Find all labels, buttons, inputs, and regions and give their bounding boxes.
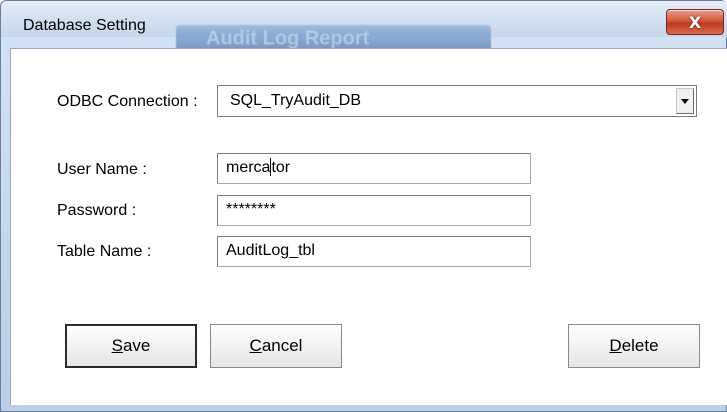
cancel-button[interactable]: Cancel	[210, 324, 342, 368]
odbc-connection-value: SQL_TryAudit_DB	[230, 92, 362, 109]
user-name-value-after-caret: tor	[271, 159, 291, 176]
table-name-value: AuditLog_tbl	[226, 242, 315, 259]
chevron-down-icon	[681, 98, 689, 104]
delete-label-rest: elete	[621, 336, 659, 355]
close-button[interactable]: X	[666, 9, 724, 35]
user-name-value-before-caret: merca	[226, 159, 271, 176]
dialog-window: Audit Log Report Database Setting X ODBC…	[0, 0, 727, 412]
table-name-label: Table Name :	[57, 243, 152, 260]
delete-button[interactable]: Delete	[568, 324, 700, 368]
delete-mnemonic: D	[609, 336, 622, 355]
save-mnemonic: S	[111, 336, 123, 355]
title-bar[interactable]: Audit Log Report Database Setting X	[1, 1, 727, 53]
user-name-field[interactable]: mercator	[217, 153, 531, 184]
password-label: Password :	[57, 202, 137, 219]
odbc-connection-select[interactable]: SQL_TryAudit_DB	[217, 85, 697, 117]
save-button[interactable]: Save	[65, 324, 197, 368]
cancel-label-rest: ancel	[261, 336, 303, 355]
window-title: Database Setting	[23, 17, 146, 34]
table-name-field[interactable]: AuditLog_tbl	[217, 236, 531, 267]
cancel-mnemonic: C	[249, 336, 262, 355]
user-name-label: User Name :	[57, 161, 147, 178]
dropdown-button[interactable]	[676, 88, 694, 114]
password-field[interactable]: ********	[217, 195, 531, 226]
password-value: ********	[226, 201, 276, 218]
dialog-client-area: ODBC Connection : SQL_TryAudit_DB User N…	[10, 48, 727, 405]
close-icon: X	[688, 12, 702, 32]
save-label-rest: ave	[122, 336, 151, 355]
odbc-connection-label: ODBC Connection :	[57, 93, 198, 110]
